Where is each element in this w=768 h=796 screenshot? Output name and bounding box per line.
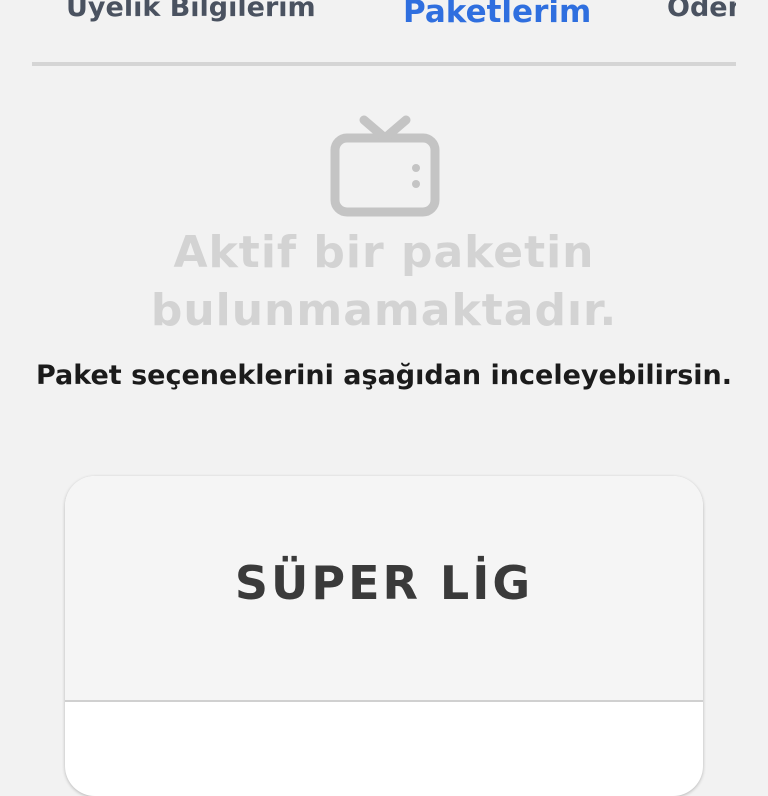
package-card-header: SÜPER LİG: [65, 476, 703, 702]
empty-state-subtitle: Paket seçeneklerini aşağıdan inceleyebil…: [35, 360, 733, 391]
package-name: SÜPER LİG: [234, 556, 534, 610]
tab-paketlerim[interactable]: Paketlerim: [403, 0, 591, 30]
tab-bar: Üyelik Bilgilerim Paketlerim Ödeme: [0, 0, 768, 66]
tab-odeme-label: Ödeme: [667, 0, 736, 23]
tv-icon: [330, 114, 440, 220]
empty-state-title: Aktif bir paketin bulunmamaktadır.: [150, 227, 618, 336]
tab-uyelik-bilgilerim[interactable]: Üyelik Bilgilerim: [66, 0, 316, 23]
tabs-divider: [32, 62, 736, 66]
package-card[interactable]: SÜPER LİG: [65, 476, 703, 796]
tab-odeme[interactable]: Ödeme: [667, 0, 736, 32]
